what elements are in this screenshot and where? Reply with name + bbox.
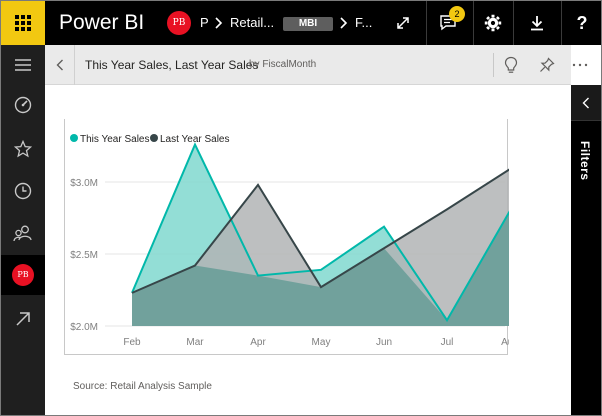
left-nav: PB xyxy=(1,45,45,415)
hamburger-icon xyxy=(15,59,31,71)
download-button[interactable] xyxy=(519,1,555,45)
gauge-icon xyxy=(14,96,32,114)
legend-label-this-year: This Year Sales xyxy=(80,134,150,145)
people-icon xyxy=(13,225,32,242)
chevron-right-icon xyxy=(215,17,223,29)
settings-button[interactable] xyxy=(475,1,511,45)
y-tick-label: $2.5M xyxy=(70,250,98,261)
insights-button[interactable] xyxy=(497,45,525,85)
svg-text:?: ? xyxy=(577,14,588,32)
clock-icon xyxy=(14,182,32,200)
breadcrumb-tile[interactable]: F... xyxy=(355,15,372,31)
legend-marker-last-year xyxy=(150,134,158,142)
chevron-right-icon xyxy=(340,17,348,29)
y-tick-label: $3.0M xyxy=(70,178,98,189)
nav-recent[interactable] xyxy=(1,171,45,211)
filters-pane xyxy=(571,85,601,415)
toolbar-divider xyxy=(513,1,514,45)
nav-dashboards[interactable] xyxy=(1,85,45,125)
area-chart[interactable]: $2.0M $2.5M $3.0M Feb Mar Apr May Jun Jul Aug This… xyxy=(65,119,519,355)
pin-button[interactable] xyxy=(533,45,561,85)
x-tick-label: May xyxy=(312,337,331,348)
tile-header: This Year Sales, Last Year Sales by Fisc… xyxy=(45,45,588,85)
filters-label[interactable]: Filters xyxy=(578,141,592,181)
arrow-up-right-icon xyxy=(16,312,30,326)
top-bar: Power BI PB P Retail... MBI F... 2 ? xyxy=(1,1,601,45)
nav-favorites[interactable] xyxy=(1,129,45,169)
download-icon xyxy=(531,16,543,31)
x-tick-label: Apr xyxy=(250,337,266,348)
focus-mode-button[interactable] xyxy=(385,1,421,45)
tile-content: $2.0M $2.5M $3.0M Feb Mar Apr May Jun Jul Aug This… xyxy=(45,85,571,415)
toolbar-divider xyxy=(426,1,427,45)
chevron-left-icon xyxy=(582,97,589,108)
y-tick-label: $2.0M xyxy=(70,322,98,333)
waffle-icon xyxy=(15,15,31,31)
source-text: Source: Retail Analysis Sample xyxy=(73,381,212,392)
notification-count-badge: 2 xyxy=(449,6,465,22)
workspace-avatar: PB xyxy=(12,264,34,286)
star-icon xyxy=(14,140,32,158)
legend-marker-this-year xyxy=(70,134,78,142)
help-button[interactable]: ? xyxy=(564,1,600,45)
gear-icon xyxy=(484,14,502,32)
x-tick-label: Jul xyxy=(441,337,454,348)
x-tick-label: Jun xyxy=(376,337,392,348)
expand-icon xyxy=(397,17,409,29)
toolbar-divider xyxy=(561,1,562,45)
help-icon: ? xyxy=(577,14,588,32)
chevron-left-icon xyxy=(56,59,63,71)
nav-expand-button[interactable] xyxy=(1,45,45,85)
app-launcher-button[interactable] xyxy=(1,1,45,45)
breadcrumb-workspace[interactable]: P xyxy=(200,15,209,31)
ellipsis-icon xyxy=(572,63,588,67)
app-title[interactable]: Power BI xyxy=(59,10,144,36)
x-tick-label: Mar xyxy=(186,337,204,348)
filters-collapse-button[interactable] xyxy=(571,85,601,121)
toolbar-divider xyxy=(473,1,474,45)
classification-badge: MBI xyxy=(283,17,333,31)
x-tick-label: Feb xyxy=(123,337,141,348)
app-frame: Power BI PB P Retail... MBI F... 2 ? PB … xyxy=(0,0,602,416)
header-divider xyxy=(493,53,494,77)
chart-container: $2.0M $2.5M $3.0M Feb Mar Apr May Jun Jul Aug This… xyxy=(64,119,519,355)
nav-workspace[interactable]: PB xyxy=(1,255,45,295)
back-button[interactable] xyxy=(45,45,75,85)
legend-label-last-year: Last Year Sales xyxy=(160,134,230,145)
tile-subtitle: by FiscalMonth xyxy=(249,59,317,70)
pin-icon xyxy=(540,57,555,72)
tile-title: This Year Sales, Last Year Sales xyxy=(85,58,259,72)
x-tick-label: Aug xyxy=(501,337,509,348)
nav-get-data[interactable] xyxy=(1,299,45,339)
nav-shared[interactable] xyxy=(1,213,45,253)
breadcrumb-dashboard[interactable]: Retail... xyxy=(230,15,274,31)
lightbulb-icon xyxy=(504,56,518,73)
workspace-avatar[interactable]: PB xyxy=(167,11,191,35)
more-options-button[interactable] xyxy=(565,45,595,85)
